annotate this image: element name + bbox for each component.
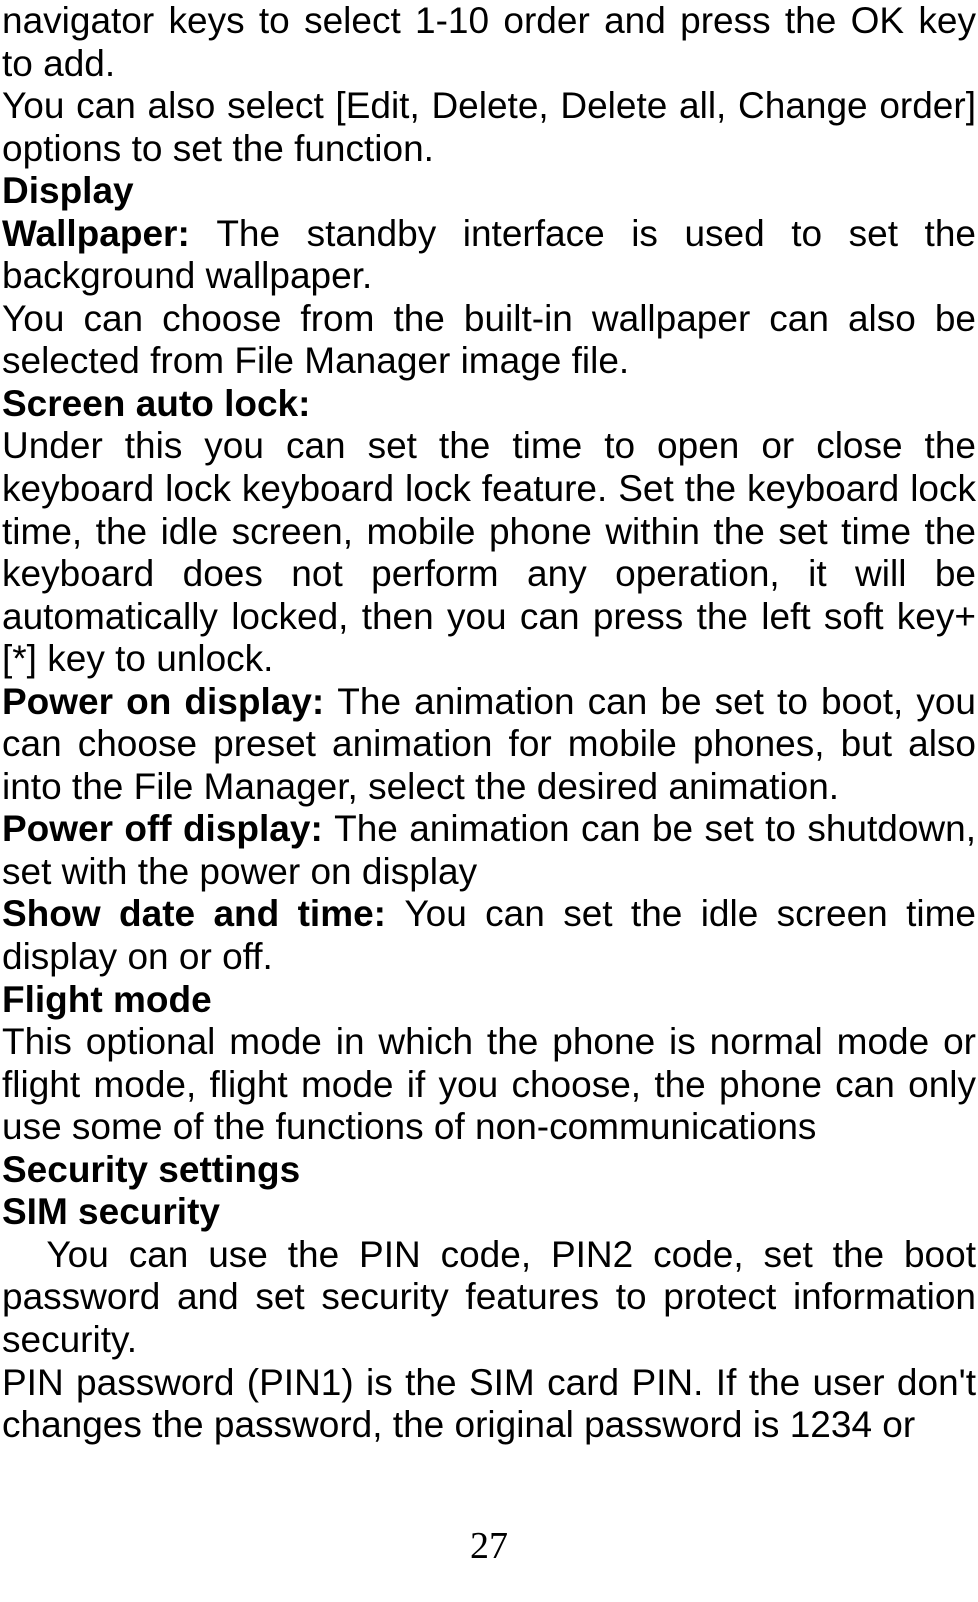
paragraph-power-on: Power on display: The animation can be s… <box>2 681 976 809</box>
paragraph-sim-2: PIN password (PIN1) is the SIM card PIN.… <box>2 1362 976 1447</box>
paragraph-sim-1: You can use the PIN code, PIN2 code, set… <box>2 1234 976 1362</box>
paragraph-navigator-keys: navigator keys to select 1-10 order and … <box>2 0 976 85</box>
heading-sim-security: SIM security <box>2 1191 976 1234</box>
paragraph-wallpaper: Wallpaper: The standby interface is used… <box>2 213 976 298</box>
content-area: navigator keys to select 1-10 order and … <box>0 0 978 1447</box>
label-power-off: Power off display: <box>2 808 334 849</box>
label-show-date: Show date and time: <box>2 893 404 934</box>
heading-display: Display <box>2 170 976 213</box>
paragraph-power-off: Power off display: The animation can be … <box>2 808 976 893</box>
page: navigator keys to select 1-10 order and … <box>0 0 978 1602</box>
paragraph-show-date: Show date and time: You can set the idle… <box>2 893 976 978</box>
paragraph-wallpaper-2: You can choose from the built-in wallpap… <box>2 298 976 383</box>
label-wallpaper: Wallpaper: <box>2 213 216 254</box>
paragraph-screen-auto-lock: Under this you can set the time to open … <box>2 425 976 680</box>
heading-security-settings: Security settings <box>2 1149 976 1192</box>
label-screen-auto-lock: Screen auto lock: <box>2 383 976 426</box>
paragraph-flight-mode: This optional mode in which the phone is… <box>2 1021 976 1149</box>
label-power-on: Power on display: <box>2 681 337 722</box>
heading-flight-mode: Flight mode <box>2 979 976 1022</box>
paragraph-edit-options: You can also select [Edit, Delete, Delet… <box>2 85 976 170</box>
page-number: 27 <box>0 1524 978 1568</box>
